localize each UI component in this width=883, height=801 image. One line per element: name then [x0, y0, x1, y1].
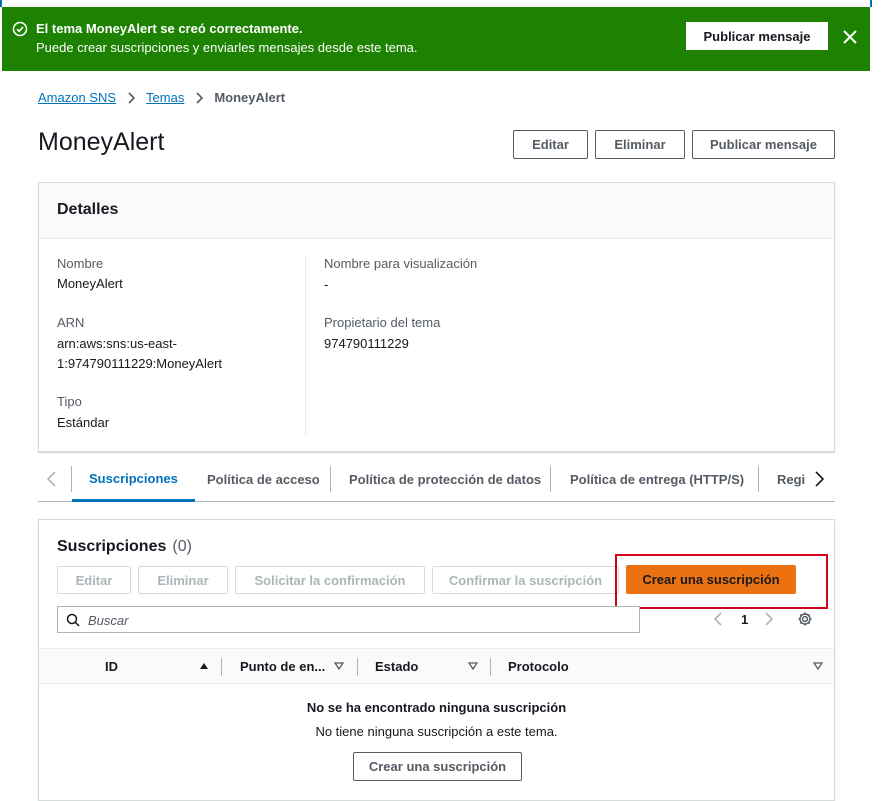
sort-ascending-icon[interactable]: [199, 661, 209, 671]
chevron-right-icon[interactable]: [811, 470, 827, 488]
chevron-right-icon[interactable]: [763, 611, 775, 627]
tab-more[interactable]: Regi: [759, 458, 808, 501]
top-frame: [0, 0, 883, 7]
gear-icon[interactable]: [797, 611, 813, 627]
chevron-right-icon: [128, 91, 136, 104]
empty-create-subscription-button[interactable]: Crear una suscripción: [353, 752, 522, 781]
flash-publish-button[interactable]: Publicar mensaje: [686, 22, 828, 50]
empty-state-title: No se ha encontrado ninguna suscripción: [306, 700, 567, 715]
breadcrumb-link-topics[interactable]: Temas: [146, 90, 184, 105]
sort-down-icon[interactable]: [468, 661, 478, 671]
display-name-label: Nombre para visualización: [324, 256, 478, 271]
close-icon[interactable]: [840, 27, 860, 47]
subscriptions-card: Suscripciones (0) Editar Eliminar Solicit…: [38, 519, 835, 801]
edit-button[interactable]: Editar: [513, 130, 588, 159]
column-protocol[interactable]: Protocolo: [508, 659, 569, 674]
column-id[interactable]: ID: [105, 659, 118, 674]
breadcrumb: Amazon SNS Temas MoneyAlert: [38, 90, 285, 105]
frame-edge-left: [0, 0, 2, 7]
column-endpoint[interactable]: Punto de en...: [240, 659, 325, 674]
tab-bar: Suscripciones Política de acceso Polític…: [38, 458, 835, 502]
arn-label: ARN: [57, 315, 85, 330]
details-card-header: Detalles: [39, 183, 834, 239]
type-label: Tipo: [57, 394, 82, 409]
column-divider: [221, 658, 222, 676]
table-header: ID Punto de en... Estado Protocolo: [39, 648, 834, 684]
type-value: Estándar: [57, 415, 110, 430]
subscriptions-title: Suscripciones: [57, 538, 167, 555]
page-number[interactable]: 1: [741, 612, 748, 627]
tab-subscriptions[interactable]: Suscripciones: [72, 458, 195, 502]
tab-data-protection-policy[interactable]: Política de protección de datos: [331, 458, 559, 501]
details-heading: Detalles: [57, 201, 119, 218]
flash-title: El tema MoneyAlert se creó correctamente…: [36, 21, 303, 36]
confirm-subscription-button[interactable]: Confirmar la suscripción: [432, 566, 619, 594]
success-flash-banner: El tema MoneyAlert se creó correctamente…: [2, 7, 870, 71]
chevron-right-icon: [196, 91, 204, 104]
breadcrumb-link-sns[interactable]: Amazon SNS: [38, 90, 116, 105]
search-placeholder: Buscar: [88, 613, 129, 628]
subscriptions-count: (0): [172, 538, 192, 555]
chevron-left-icon[interactable]: [44, 470, 60, 488]
page-title: MoneyAlert: [38, 128, 165, 156]
search-input[interactable]: Buscar: [57, 606, 640, 633]
subscriptions-heading: Suscripciones (0): [57, 538, 192, 556]
delete-button[interactable]: Eliminar: [595, 130, 685, 159]
tab-access-policy[interactable]: Política de acceso: [188, 458, 339, 501]
tab-delivery-policy[interactable]: Política de entrega (HTTP/S): [551, 458, 763, 501]
column-state[interactable]: Estado: [375, 659, 418, 674]
column-divider: [490, 658, 491, 676]
display-name-value: -: [324, 277, 329, 292]
details-card: Detalles Nombre MoneyAlert ARN arn:aws:s…: [38, 182, 835, 452]
name-label: Nombre: [57, 256, 104, 271]
sort-down-icon[interactable]: [334, 661, 344, 671]
frame-edge-right: [870, 0, 872, 7]
arn-value-line1: arn:aws:sns:us-east-: [57, 336, 177, 351]
annotation-highlight-box: [615, 554, 828, 609]
name-value: MoneyAlert: [57, 276, 123, 291]
request-confirmation-button[interactable]: Solicitar la confirmación: [235, 566, 425, 594]
edit-subscription-button[interactable]: Editar: [57, 566, 131, 594]
breadcrumb-current: MoneyAlert: [214, 90, 286, 105]
details-divider: [305, 255, 306, 435]
arn-value-line2: 1:974790111229:MoneyAlert: [57, 356, 223, 371]
publish-message-button[interactable]: Publicar mensaje: [692, 130, 835, 159]
owner-value: 974790111229: [324, 336, 409, 351]
flash-message: Puede crear suscripciones y enviarles me…: [36, 40, 418, 55]
delete-subscription-button[interactable]: Eliminar: [138, 566, 228, 594]
chevron-left-icon[interactable]: [712, 611, 724, 627]
empty-state-message: No tiene ninguna suscripción a este tema…: [315, 724, 558, 739]
search-icon: [66, 613, 80, 627]
success-check-icon: [12, 21, 28, 37]
column-divider: [357, 658, 358, 676]
sort-down-icon[interactable]: [813, 661, 823, 671]
owner-label: Propietario del tema: [324, 315, 441, 330]
